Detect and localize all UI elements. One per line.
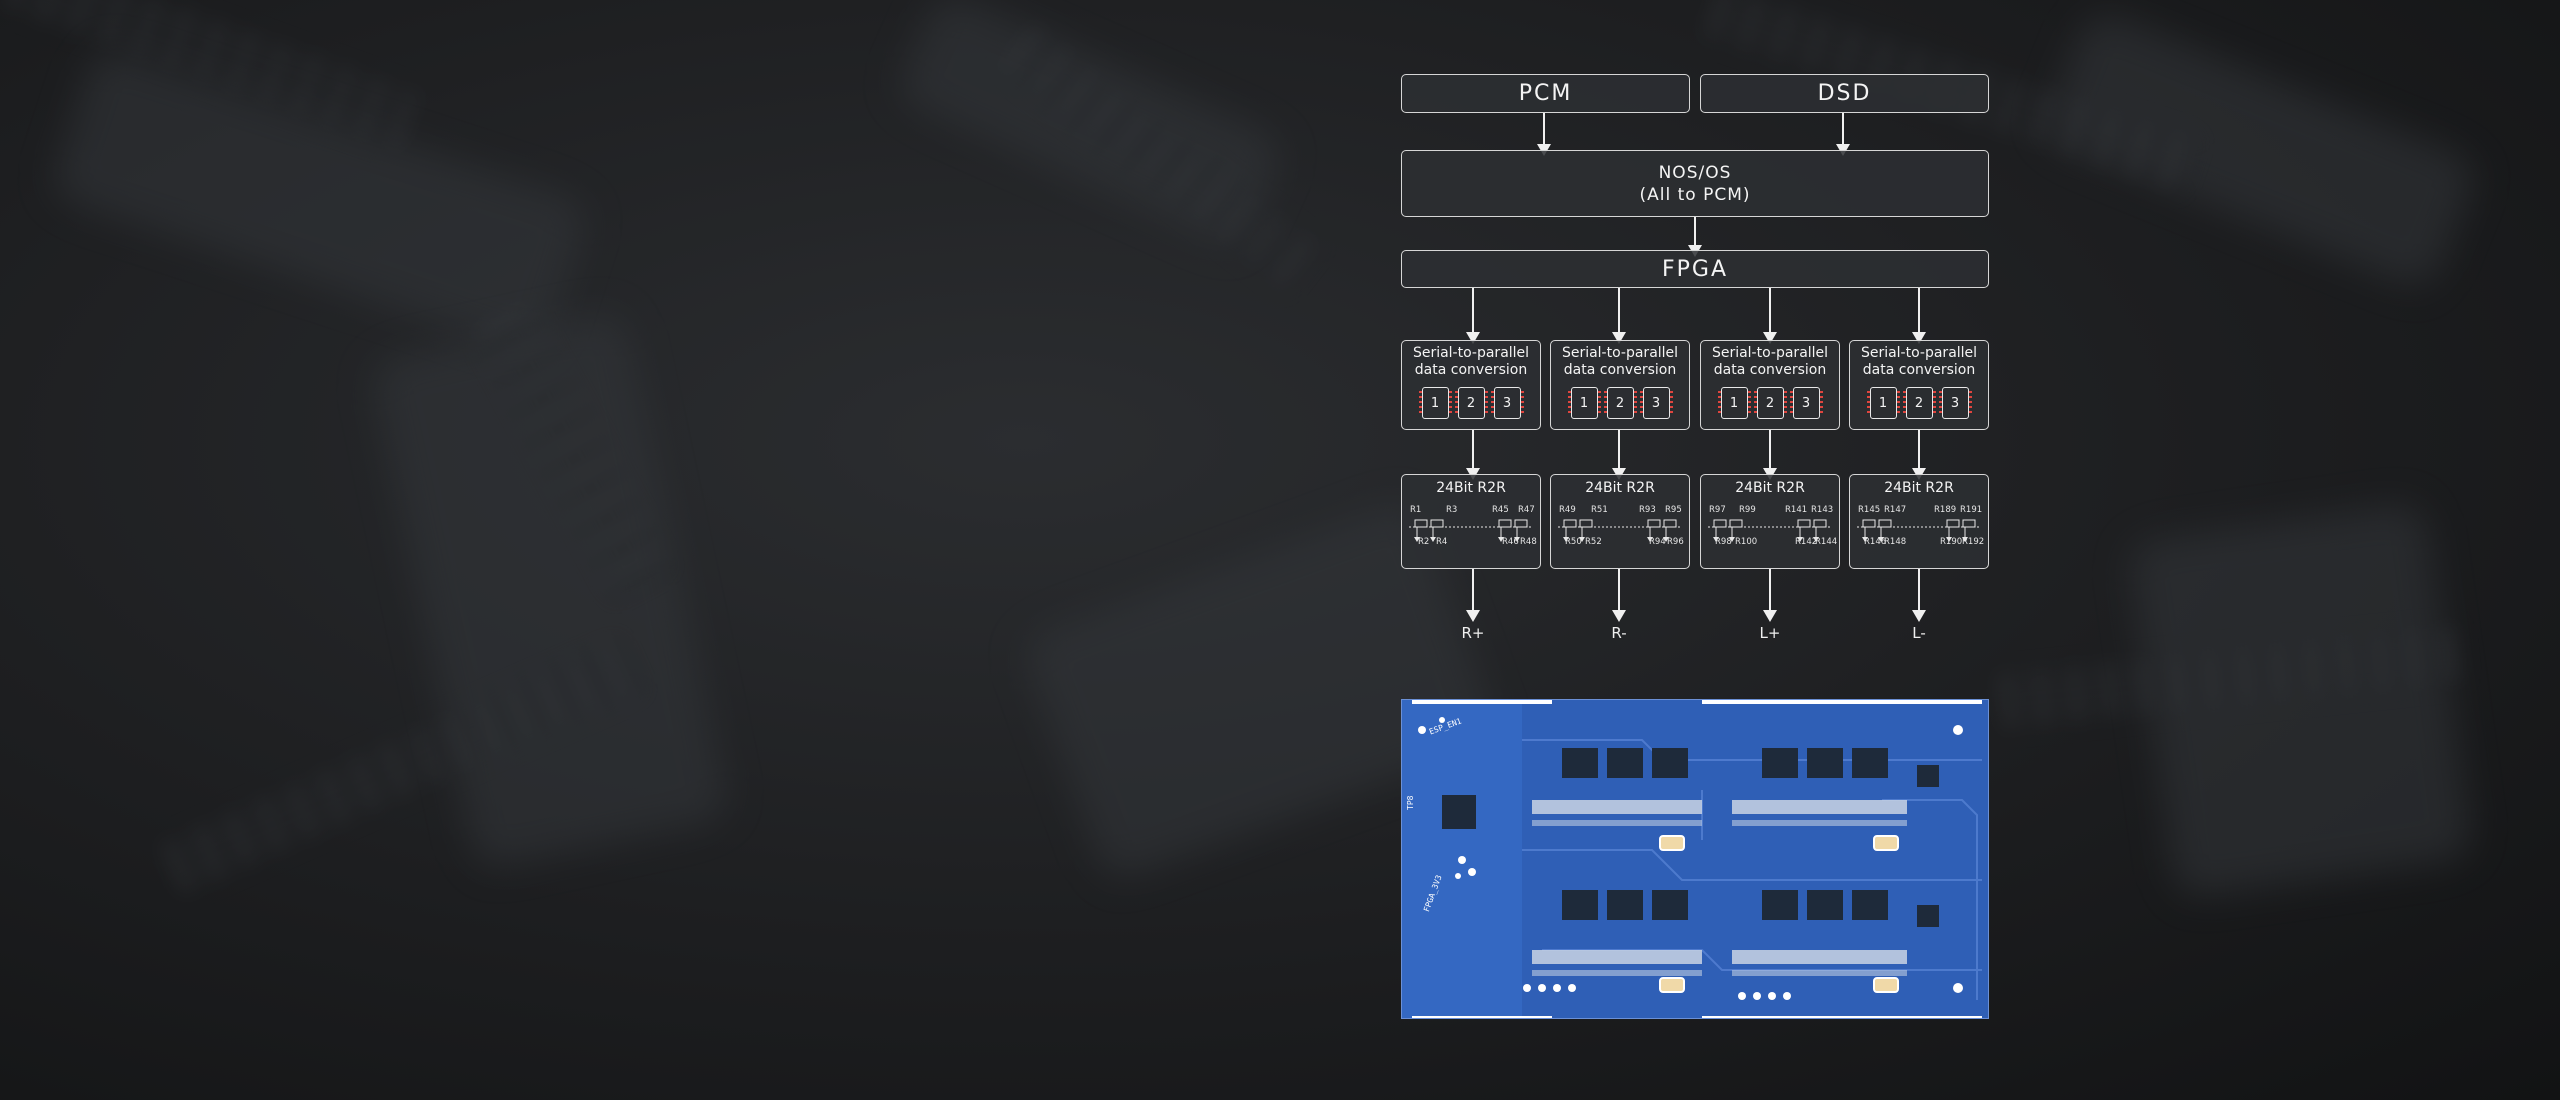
- chip-icon: 2: [1753, 387, 1787, 419]
- r2r-title: 24Bit R2R: [1436, 480, 1506, 496]
- arrow-conv-to-r2r-1: [1466, 430, 1480, 480]
- resistor-label: R52: [1585, 537, 1602, 547]
- chip-icon: 3: [1490, 387, 1524, 419]
- fpga-label: FPGA: [1661, 256, 1729, 282]
- resistor-label: R191: [1960, 505, 1983, 515]
- arrow-dsd-to-nos: [1836, 113, 1850, 156]
- arrow-fpga-to-conv-1: [1466, 288, 1480, 344]
- resistor-label: R142: [1795, 537, 1818, 547]
- arrow-fpga-to-conv-2: [1612, 288, 1626, 344]
- nos-os-label: NOS/OS: [1658, 162, 1732, 183]
- conversion-box-4: Serial-to-parallel data conversion 1 2 3: [1849, 340, 1989, 430]
- arrow-nos-to-fpga: [1688, 217, 1702, 257]
- arrow-output-l-minus: [1912, 569, 1926, 622]
- chip-icon: 3: [1639, 387, 1673, 419]
- arrow-fpga-to-conv-4: [1912, 288, 1926, 344]
- resistor-label: R143: [1811, 505, 1834, 515]
- fpga-box: FPGA: [1401, 250, 1989, 288]
- chip-icon: 3: [1938, 387, 1972, 419]
- conversion-box-3: Serial-to-parallel data conversion 1 2 3: [1700, 340, 1840, 430]
- resistor-label: R46: [1502, 537, 1519, 547]
- chip-icon: 1: [1717, 387, 1751, 419]
- output-r-minus: R-: [1611, 624, 1627, 642]
- resistor-label: R98: [1715, 537, 1732, 547]
- pcm-input-box: PCM: [1401, 74, 1690, 113]
- resistor-label: R45: [1492, 505, 1509, 515]
- r2r-box-3: 24Bit R2R R97 R99 R141 R143 R98 R100 R14…: [1700, 474, 1840, 569]
- resistor-label: R96: [1667, 537, 1684, 547]
- arrow-conv-to-r2r-2: [1612, 430, 1626, 480]
- pcb-silkscreen-tp8: TP8: [1406, 795, 1415, 810]
- chip-icon: 3: [1789, 387, 1823, 419]
- chip-icon: 1: [1418, 387, 1452, 419]
- conversion-box-2: Serial-to-parallel data conversion 1 2 3: [1550, 340, 1690, 430]
- resistor-label: R192: [1962, 537, 1985, 547]
- resistor-label: R100: [1735, 537, 1758, 547]
- resistor-label: R50: [1565, 537, 1582, 547]
- dsd-label: DSD: [1817, 81, 1872, 106]
- r2r-box-1: 24Bit R2R R1 R3 R45 R47 R2 R4 R46 R48: [1401, 474, 1541, 569]
- r2r-title: 24Bit R2R: [1585, 480, 1655, 496]
- resistor-label: R147: [1884, 505, 1907, 515]
- r2r-box-4: 24Bit R2R R145 R147 R189 R191 R146 R148 …: [1849, 474, 1989, 569]
- output-l-minus: L-: [1912, 624, 1926, 642]
- arrow-output-l-plus: [1763, 569, 1777, 622]
- arrow-pcm-to-nos: [1537, 113, 1551, 156]
- resistor-label: R146: [1864, 537, 1887, 547]
- resistor-label: R47: [1518, 505, 1535, 515]
- resistor-label: R49: [1559, 505, 1576, 515]
- chip-icon: 1: [1567, 387, 1601, 419]
- conversion-box-1: Serial-to-parallel data conversion 1 2 3: [1401, 340, 1541, 430]
- resistor-label: R148: [1884, 537, 1907, 547]
- resistor-label: R1: [1410, 505, 1422, 515]
- arrow-output-r-minus: [1612, 569, 1626, 622]
- resistor-label: R99: [1739, 505, 1756, 515]
- signal-flow-diagram: PCM DSD NOS/OS (All to PCM) FPGA Serial-…: [0, 0, 2560, 1100]
- arrow-fpga-to-conv-3: [1763, 288, 1777, 344]
- chip-icon: 2: [1454, 387, 1488, 419]
- arrow-conv-to-r2r-3: [1763, 430, 1777, 480]
- resistor-label: R2: [1418, 537, 1430, 547]
- resistor-label: R95: [1665, 505, 1682, 515]
- arrow-output-r-plus: [1466, 569, 1480, 622]
- resistor-label: R94: [1649, 537, 1666, 547]
- pcb-board-image: TP8 FPGA_3V3 ESP_EN1: [1401, 699, 1989, 1019]
- output-l-plus: L+: [1759, 624, 1781, 642]
- resistor-label: R97: [1709, 505, 1726, 515]
- output-r-plus: R+: [1461, 624, 1485, 642]
- resistor-label: R190: [1940, 537, 1963, 547]
- chip-icon: 1: [1866, 387, 1900, 419]
- resistor-label: R3: [1446, 505, 1458, 515]
- resistor-label: R141: [1785, 505, 1808, 515]
- chip-icon: 2: [1603, 387, 1637, 419]
- pcm-label: PCM: [1518, 81, 1573, 106]
- resistor-label: R93: [1639, 505, 1656, 515]
- resistor-label: R48: [1520, 537, 1537, 547]
- resistor-label: R145: [1858, 505, 1881, 515]
- resistor-label: R51: [1591, 505, 1608, 515]
- dsd-input-box: DSD: [1700, 74, 1989, 113]
- r2r-box-2: 24Bit R2R R49 R51 R93 R95 R50 R52 R94 R9…: [1550, 474, 1690, 569]
- chip-icon: 2: [1902, 387, 1936, 419]
- arrow-conv-to-r2r-4: [1912, 430, 1926, 480]
- r2r-title: 24Bit R2R: [1735, 480, 1805, 496]
- nos-os-sublabel: (All to PCM): [1639, 184, 1751, 205]
- resistor-label: R4: [1436, 537, 1448, 547]
- r2r-title: 24Bit R2R: [1884, 480, 1954, 496]
- resistor-label: R189: [1934, 505, 1957, 515]
- resistor-label: R144: [1815, 537, 1838, 547]
- nos-os-box: NOS/OS (All to PCM): [1401, 150, 1989, 217]
- pcb-artwork: [1412, 700, 1988, 1018]
